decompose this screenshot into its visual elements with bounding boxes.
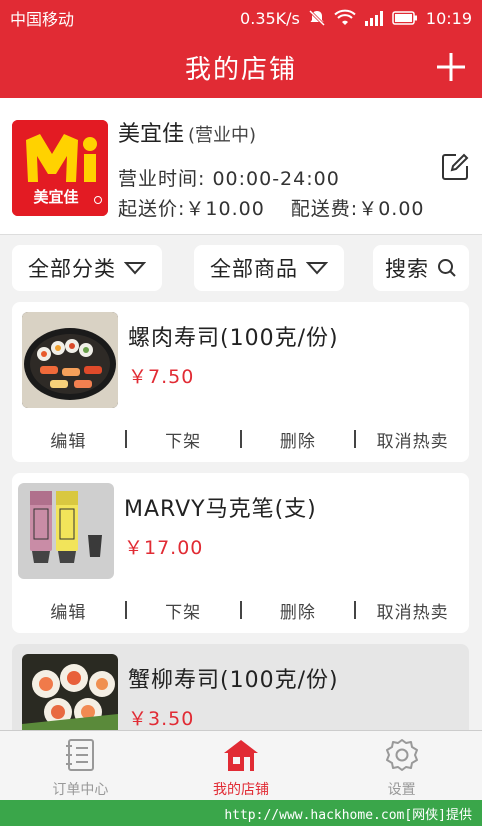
product-image <box>18 483 114 579</box>
store-hours: 营业时间: 00:00-24:00 <box>118 168 340 190</box>
delivery-fee: 配送费:￥0.00 <box>290 198 425 220</box>
store-logo: 美宜佳 <box>12 120 108 216</box>
category-filter-label: 全部分类 <box>28 257 116 281</box>
store-icon <box>224 740 258 771</box>
app-header: 我的店铺 <box>0 36 482 98</box>
product-card[interactable]: 蟹柳寿司(100克/份) ￥3.50 <box>12 644 469 730</box>
nav-item-orders[interactable]: 订单中心 <box>0 731 161 800</box>
carrier-label: 中国移动 <box>10 10 75 29</box>
product-card[interactable]: 螺肉寿司(100克/份) ￥7.50 编辑 下架 删除 取消热卖 <box>12 302 469 462</box>
product-image <box>22 654 118 730</box>
watermark-bar: http://www.hackhome.com[网侠]提供 <box>0 800 482 826</box>
plus-icon <box>437 53 465 81</box>
min-order-price: 起送价:￥10.00 <box>118 198 265 220</box>
nav-label-settings: 设置 <box>387 782 416 798</box>
store-name: 美宜佳 <box>118 122 185 147</box>
product-price: ￥7.50 <box>128 366 195 388</box>
nav-label-orders: 订单中心 <box>52 782 109 798</box>
order-list-icon <box>66 739 95 771</box>
edit-product-button[interactable]: 编辑 <box>12 598 125 623</box>
nav-item-store[interactable]: 我的店铺 <box>161 731 322 800</box>
filter-bar: 全部分类 全部商品 搜索 <box>0 236 482 298</box>
edit-product-button[interactable]: 编辑 <box>12 427 125 452</box>
product-name: MARVY马克笔(支) <box>124 497 317 522</box>
cancel-hot-sale-button[interactable]: 取消热卖 <box>356 427 469 452</box>
unlist-product-button[interactable]: 下架 <box>127 427 240 452</box>
product-card[interactable]: MARVY马克笔(支) ￥17.00 编辑 下架 删除 取消热卖 <box>12 473 469 633</box>
clock: 10:19 <box>425 8 472 28</box>
unlist-product-button[interactable]: 下架 <box>127 598 240 623</box>
logo-text: 美宜佳 <box>33 188 78 206</box>
product-name: 螺肉寿司(100克/份) <box>128 326 339 351</box>
product-filter-dropdown[interactable]: 全部商品 <box>194 245 344 291</box>
edit-store-button[interactable] <box>440 152 470 182</box>
add-button[interactable] <box>432 48 470 86</box>
product-name: 蟹柳寿司(100克/份) <box>128 668 339 693</box>
triangle-down-icon <box>124 262 146 275</box>
delete-product-button[interactable]: 删除 <box>242 427 355 452</box>
bottom-nav: 订单中心 我的店铺 设置 <box>0 730 482 800</box>
product-filter-label: 全部商品 <box>210 257 298 281</box>
product-price: ￥3.50 <box>128 708 195 730</box>
product-price: ￥17.00 <box>124 537 204 559</box>
store-info-card: 美宜佳 美宜佳 (营业中) 营业时间: 00:00-24:00 起送价:￥10.… <box>0 98 482 235</box>
search-icon <box>438 259 456 277</box>
wifi-icon <box>334 9 356 27</box>
cancel-hot-sale-button[interactable]: 取消热卖 <box>356 598 469 623</box>
nav-item-settings[interactable]: 设置 <box>321 731 482 800</box>
edit-icon <box>442 153 469 180</box>
gear-icon <box>385 739 418 771</box>
category-filter-dropdown[interactable]: 全部分类 <box>12 245 162 291</box>
status-bar: 中国移动 0.35K/s 10:19 <box>0 0 482 36</box>
store-status: (营业中) <box>188 125 257 146</box>
search-label: 搜索 <box>385 257 429 281</box>
nav-label-store: 我的店铺 <box>213 782 269 798</box>
delete-product-button[interactable]: 删除 <box>242 598 355 623</box>
signal-icon <box>364 10 384 26</box>
search-button[interactable]: 搜索 <box>373 245 469 291</box>
triangle-down-icon <box>306 262 328 275</box>
watermark-text: http://www.hackhome.com[网侠]提供 <box>224 807 472 823</box>
battery-icon <box>392 11 418 25</box>
network-speed: 0.35K/s <box>240 8 300 28</box>
product-image <box>22 312 118 408</box>
page-title: 我的店铺 <box>184 54 297 85</box>
mute-icon <box>308 9 326 27</box>
